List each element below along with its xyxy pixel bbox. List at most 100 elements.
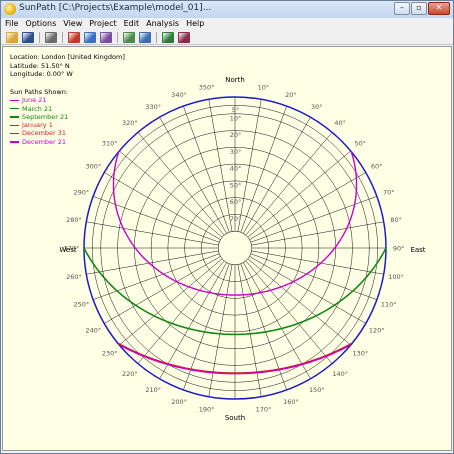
legend-swatch — [10, 116, 19, 118]
azimuth-label: 190° — [199, 406, 215, 414]
legend-swatch — [10, 132, 19, 135]
altitude-label: 20° — [230, 131, 242, 139]
menu-options[interactable]: Options — [25, 18, 56, 30]
azimuth-line — [237, 264, 262, 397]
chart-icon — [99, 31, 112, 43]
azimuth-line — [159, 117, 227, 234]
legend-label: June 21 — [22, 96, 47, 105]
sun-path-view: 350° 10° 20° 30° 40° 50° 60° 70° 80° 90° 100° 110° 1… — [2, 46, 452, 451]
azimuth-label: 230° — [102, 350, 118, 358]
azimuth-line — [243, 262, 311, 379]
color-bars-button[interactable] — [66, 30, 81, 44]
legend-label: December 31 — [22, 129, 67, 138]
azimuth-line — [104, 256, 221, 324]
help-book-button[interactable] — [176, 30, 191, 44]
azimuth-label: 240° — [85, 326, 101, 334]
azimuth-line — [119, 150, 223, 238]
sun-app-icon — [4, 3, 16, 15]
azimuth-label: 130° — [352, 350, 368, 358]
open-folder-button[interactable] — [4, 30, 19, 44]
azimuth-line — [251, 250, 384, 275]
altitude-label: 70° — [230, 215, 242, 223]
save-button[interactable] — [20, 30, 35, 44]
compass-east: East — [410, 246, 425, 254]
menu-analysis[interactable]: Analysis — [146, 18, 179, 30]
legend-swatch — [10, 141, 19, 143]
book-icon — [161, 31, 174, 43]
minimize-button[interactable]: – — [394, 2, 410, 15]
azimuth-label: 350° — [199, 83, 215, 91]
altitude-label: 40° — [230, 165, 242, 173]
sun-path-legend: Sun Paths Shown: June 21 March 21 Septem… — [10, 88, 68, 146]
azimuth-label: 290° — [73, 189, 89, 197]
altitude-label: 30° — [230, 148, 242, 156]
legend-swatch — [10, 124, 19, 127]
open-folder-icon — [5, 31, 18, 43]
menu-view[interactable]: View — [63, 18, 82, 30]
legend-swatch — [10, 99, 19, 102]
close-button[interactable]: ✕ — [428, 2, 450, 15]
chart-button[interactable] — [98, 30, 113, 44]
azimuth-label: 210° — [145, 386, 161, 394]
altitude-label: 10° — [230, 114, 242, 122]
azimuth-label: 10° — [258, 83, 270, 91]
legend-label: September 21 — [22, 112, 69, 121]
azimuth-label: 150° — [309, 386, 325, 394]
altitude-label: 50° — [230, 181, 242, 189]
print-icon — [44, 31, 57, 43]
azimuth-line — [237, 99, 262, 232]
longitude-label: Longitude: 0.00° W — [10, 70, 73, 79]
azimuth-label: 160° — [283, 398, 299, 406]
legend-item: September 21 — [10, 113, 68, 121]
legend-label: January 1 — [22, 121, 53, 130]
azimuth-label: 220° — [122, 370, 138, 378]
sun-path-icon — [83, 31, 96, 43]
azimuth-line — [250, 253, 377, 300]
azimuth-label: 100° — [388, 273, 404, 281]
legend-item: March 21 — [10, 105, 68, 113]
grid-button[interactable] — [121, 30, 136, 44]
azimuth-label: 340° — [171, 91, 187, 99]
color-bars-icon — [67, 31, 80, 43]
title-bar[interactable]: SunPath [C:\Projects\Example\model_01]..… — [1, 1, 453, 18]
azimuth-label: 300° — [85, 163, 101, 171]
azimuth-label: 90° — [393, 245, 405, 253]
menu-bar: File Options View Project Edit Analysis … — [1, 18, 453, 30]
toolbar-separator — [62, 31, 63, 43]
azimuth-line — [249, 172, 366, 240]
azimuth-label: 20° — [285, 91, 297, 99]
print-button[interactable] — [43, 30, 58, 44]
center-hole — [217, 230, 253, 266]
menu-project[interactable]: Project — [89, 18, 116, 30]
azimuth-line — [240, 106, 287, 233]
azimuth-label: 60° — [371, 163, 383, 171]
legend-item: December 21 — [10, 138, 68, 146]
azimuth-line — [93, 196, 220, 243]
legend-item: June 21 — [10, 96, 68, 104]
azimuth-label: 310° — [102, 139, 118, 147]
window-controls: – ▫ ✕ — [394, 2, 450, 15]
azimuth-line — [251, 221, 384, 246]
azimuth-label: 30° — [311, 103, 323, 111]
azimuth-line — [245, 132, 333, 236]
maximize-button[interactable]: ▫ — [411, 2, 427, 15]
azimuth-line — [245, 260, 333, 364]
menu-file[interactable]: File — [5, 18, 18, 30]
menu-help[interactable]: Help — [186, 18, 204, 30]
azimuth-line — [249, 256, 366, 324]
legend-title: Sun Paths Shown: — [10, 88, 69, 96]
sun-path-chart: 350° 10° 20° 30° 40° 50° 60° 70° 80° 90° 100° 110° 1… — [59, 76, 425, 422]
sun-path-button[interactable] — [82, 30, 97, 44]
azimuth-label: 280° — [66, 216, 82, 224]
menu-edit[interactable]: Edit — [124, 18, 140, 30]
compass-north: North — [225, 76, 245, 84]
azimuth-label: 70° — [383, 189, 395, 197]
azimuth-line — [93, 253, 220, 300]
book-button[interactable] — [160, 30, 175, 44]
copy-button[interactable] — [137, 30, 152, 44]
compass-south: South — [225, 414, 245, 422]
legend-item: December 31 — [10, 129, 68, 137]
legend-label: December 21 — [22, 137, 67, 146]
latitude-label: Latitude: 51.50° N — [10, 61, 70, 70]
location-label: Location: London [United Kingdom] — [10, 53, 125, 61]
